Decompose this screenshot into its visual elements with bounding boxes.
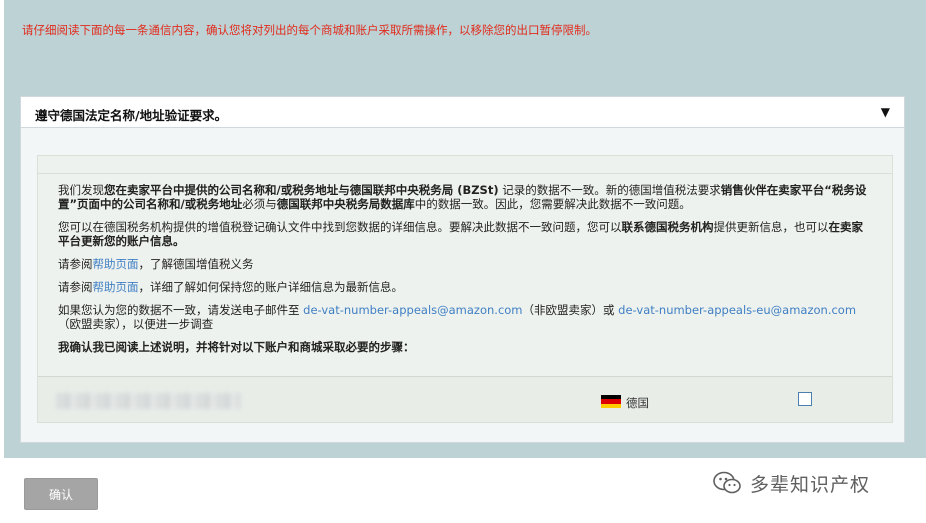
- notice-text: 请仔细阅读下面的每一条通信内容，确认您将对列出的每个商城和账户采取所需操作，以移…: [22, 23, 597, 37]
- paragraph-resolve: 您可以在德国税务机构提供的增值税登记确认文件中找到您数据的详细信息。要解决此数据…: [58, 220, 863, 248]
- wechat-icon: [713, 471, 741, 494]
- flag-stripe: [601, 403, 621, 408]
- panel-title: 遵守德国法定名称/地址验证要求。: [35, 108, 228, 123]
- divider: [38, 156, 892, 174]
- email-link-non-eu[interactable]: de-vat-number-appeals@amazon.com: [303, 303, 522, 317]
- germany-flag-icon: [601, 395, 621, 408]
- panel-body: 我们发现您在卖家平台中提供的公司名称和/或税务地址与德国联邦中央税务局 (BZS…: [37, 155, 893, 423]
- watermark-text: 多辈知识产权: [750, 473, 871, 496]
- watermark: 多辈知识产权: [712, 468, 870, 498]
- vat-compliance-panel: 遵守德国法定名称/地址验证要求。 ▼ 我们发现您在卖家平台中提供的公司名称和/或…: [20, 96, 905, 443]
- paragraph-help-vat: 请参阅帮助页面，了解德国增值税义务: [58, 257, 254, 271]
- paragraph-mismatch: 我们发现您在卖家平台中提供的公司名称和/或税务地址与德国联邦中央税务局 (BZS…: [58, 183, 867, 211]
- marketplace-checkbox[interactable]: [798, 392, 812, 406]
- panel-header[interactable]: 遵守德国法定名称/地址验证要求。 ▼: [21, 97, 904, 128]
- account-name-redacted: [56, 393, 241, 409]
- acknowledgement-text: 我确认我已阅读上述说明，并将针对以下账户和商城采取必要的步骤：: [58, 340, 415, 354]
- top-notice-bar: 请仔细阅读下面的每一条通信内容，确认您将对列出的每个商城和账户采取所需操作，以移…: [4, 0, 926, 75]
- email-link-eu[interactable]: de-vat-number-appeals-eu@amazon.com: [618, 303, 856, 317]
- paragraph-appeal: 如果您认为您的数据不一致，请发送电子邮件至 de-vat-number-appe…: [58, 303, 857, 331]
- paragraph-help-account: 请参阅帮助页面，详细了解如何保持您的账户详细信息为最新信息。: [58, 280, 403, 294]
- marketplace-label: 德国: [626, 396, 649, 410]
- help-page-link[interactable]: 帮助页面: [93, 257, 139, 271]
- confirm-button[interactable]: 确认: [24, 478, 98, 510]
- help-page-link[interactable]: 帮助页面: [93, 280, 139, 294]
- account-row: 德国: [38, 376, 892, 422]
- chevron-down-icon[interactable]: ▼: [881, 105, 890, 119]
- instructions: 我们发现您在卖家平台中提供的公司名称和/或税务地址与德国联邦中央税务局 (BZS…: [58, 183, 873, 363]
